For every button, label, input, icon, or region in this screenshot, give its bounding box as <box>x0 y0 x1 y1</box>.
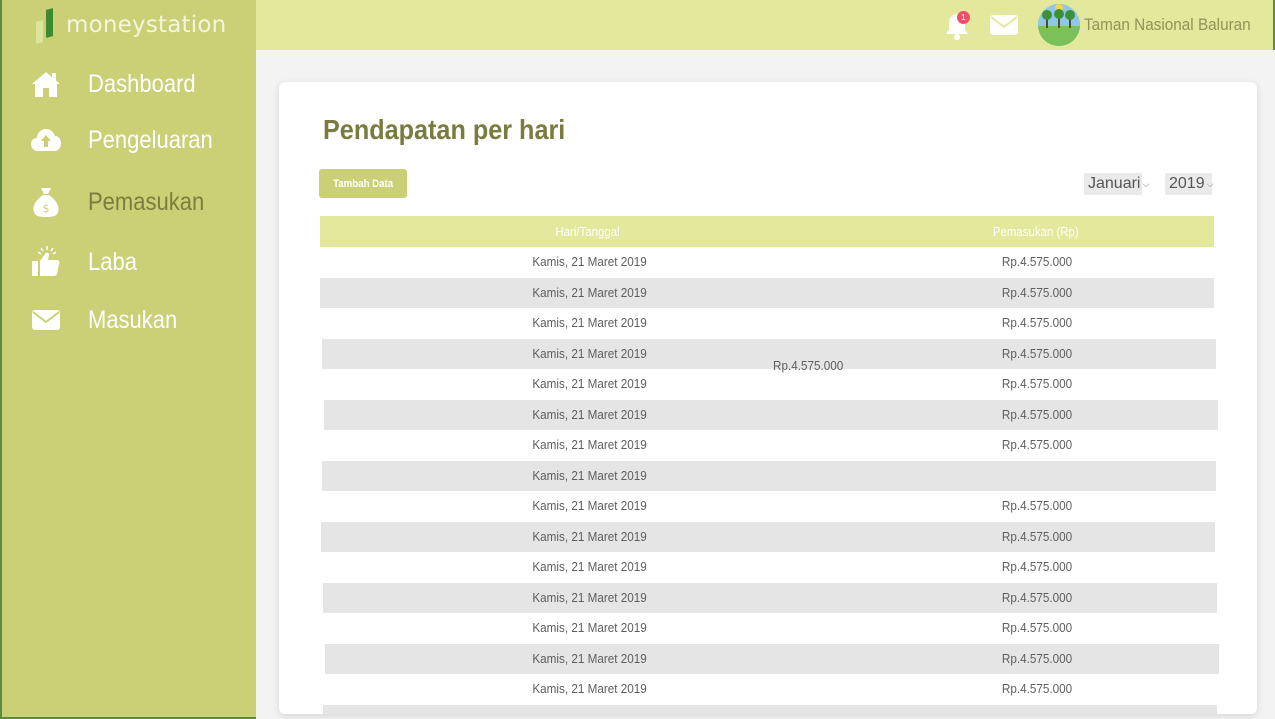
svg-text:$: $ <box>43 202 50 215</box>
brand-name: moneystation <box>66 12 227 38</box>
sidebar-item-masukan[interactable]: Masukan <box>2 298 258 342</box>
cell-date: Kamis, 21 Maret 2019 <box>532 437 648 452</box>
cell-amount: Rp.4.575.000 <box>1001 376 1073 391</box>
avatar[interactable] <box>1038 4 1080 46</box>
user-name[interactable]: Taman Nasional Baluran <box>1084 15 1251 35</box>
money-bag-icon: $ <box>30 186 62 218</box>
table-row: Kamis, 21 Maret 2019 Rp.4.575.000 <box>324 400 1218 430</box>
table-row: Kamis, 21 Maret 2019 Rp.4.575.000 <box>323 583 1217 613</box>
cell-date: Kamis, 21 Maret 2019 <box>532 620 648 635</box>
top-bar: 1 Taman Nasional Baluran <box>256 0 1275 50</box>
table-row: Kamis, 21 Maret 2019 Rp.4.575.000 <box>320 247 1214 277</box>
table-row: Kamis, 21 Maret 2019 Rp.4.575.000 <box>325 674 1219 704</box>
sidebar-item-label: Masukan <box>88 305 178 334</box>
cell-amount <box>887 461 1187 491</box>
table-row: Kamis, 21 Maret 2019 <box>322 461 1216 491</box>
table-row: Kamis, 21 Maret 2019 Rp.4.575.000 <box>325 644 1219 674</box>
table-row: Kamis, 21 Maret 2019 Rp.4.575.000 <box>320 308 1214 338</box>
cell-amount: Rp.4.575.000 <box>1001 254 1073 269</box>
cell-date: Kamis, 21 Maret 2019 <box>532 651 648 666</box>
sidebar-item-pengeluaran[interactable]: Pengeluaran <box>2 118 258 162</box>
table-row <box>323 705 1217 714</box>
table-row: Kamis, 21 Maret 2019 Rp.4.575.000 <box>322 491 1216 521</box>
cell-amount: Rp.4.575.000 <box>1001 559 1073 574</box>
add-data-button-label: Tambah Data <box>332 177 394 190</box>
cell-date <box>443 705 743 714</box>
cell-date: Kamis, 21 Maret 2019 <box>532 407 648 422</box>
sidebar-item-pemasukan[interactable]: $ Pemasukan <box>2 180 258 224</box>
column-header-date: Hari/Tanggal <box>555 224 620 239</box>
cell-date: Kamis, 21 Maret 2019 <box>532 254 648 269</box>
year-select[interactable]: 2019 ⌵ <box>1165 173 1214 195</box>
sidebar-item-laba[interactable]: Laba <box>2 240 258 284</box>
month-select[interactable]: Januari ⌵ <box>1084 173 1149 195</box>
cell-date: Kamis, 21 Maret 2019 <box>532 315 648 330</box>
home-icon <box>30 68 62 100</box>
cell-date: Kamis, 21 Maret 2019 <box>532 498 648 513</box>
cell-amount: Rp.4.575.000 <box>1001 651 1073 666</box>
table-row: Kamis, 21 Maret 2019 Rp.4.575.000 <box>321 522 1215 552</box>
add-data-button[interactable]: Tambah Data <box>319 169 407 198</box>
content-card: Pendapatan per hari Tambah Data Januari … <box>279 82 1257 714</box>
sidebar-item-label: Dashboard <box>88 69 196 98</box>
cell-date: Kamis, 21 Maret 2019 <box>532 559 648 574</box>
sidebar-item-label: Pemasukan <box>88 187 205 216</box>
month-select-value: Januari <box>1088 175 1141 192</box>
table-header: Hari/Tanggal Pemasukan (Rp) <box>320 216 1214 247</box>
column-header-income: Pemasukan (Rp) <box>992 224 1079 239</box>
cell-amount: Rp.4.575.000 <box>1001 285 1073 300</box>
cell-amount: Rp.4.575.000 <box>1001 315 1073 330</box>
cell-amount: Rp.4.575.000 <box>1001 620 1073 635</box>
brand-logo[interactable]: moneystation <box>36 6 226 44</box>
table-row: Kamis, 21 Maret 2019 Rp.4.575.000 <box>324 430 1218 460</box>
thumbs-up-icon <box>30 246 62 278</box>
cell-date: Kamis, 21 Maret 2019 <box>532 346 648 361</box>
cell-amount: Rp.4.575.000 <box>1001 437 1073 452</box>
cell-amount: Rp.4.575.000 <box>1001 590 1073 605</box>
table-row: Kamis, 21 Maret 2019 Rp.4.575.000 <box>322 339 1216 369</box>
cell-amount: Rp.4.575.000 <box>1001 681 1073 696</box>
logo-mark-icon <box>36 7 62 44</box>
cell-amount: Rp.4.575.000 <box>1001 346 1073 361</box>
stray-amount-label: Rp.4.575.000 <box>773 358 844 373</box>
mail-icon[interactable] <box>989 14 1019 36</box>
table-row: Kamis, 21 Maret 2019 Rp.4.575.000 <box>321 552 1215 582</box>
sidebar-item-dashboard[interactable]: Dashboard <box>2 62 258 106</box>
page-title: Pendapatan per hari <box>323 114 566 145</box>
chevron-down-icon: ⌵ <box>1206 178 1214 189</box>
cell-amount: Rp.4.575.000 <box>1001 529 1073 544</box>
year-select-value: 2019 <box>1169 175 1205 192</box>
sidebar: moneystation Dashboard Pengeluaran $ Pem… <box>0 0 256 719</box>
cell-amount: Rp.4.575.000 <box>1001 498 1073 513</box>
cell-amount <box>890 705 1190 714</box>
chevron-down-icon: ⌵ <box>1142 178 1150 189</box>
cell-date: Kamis, 21 Maret 2019 <box>532 376 648 391</box>
table-row: Kamis, 21 Maret 2019 Rp.4.575.000 <box>323 613 1217 643</box>
cloud-upload-icon <box>30 124 62 156</box>
table-row: Kamis, 21 Maret 2019 Rp.4.575.000 <box>320 278 1214 308</box>
cell-date: Kamis, 21 Maret 2019 <box>532 590 648 605</box>
cell-date: Kamis, 21 Maret 2019 <box>532 529 648 544</box>
cell-date: Kamis, 21 Maret 2019 <box>532 285 648 300</box>
sidebar-item-label: Laba <box>88 247 137 276</box>
notification-badge: 1 <box>957 11 970 24</box>
cell-date: Kamis, 21 Maret 2019 <box>532 681 648 696</box>
table-row: Kamis, 21 Maret 2019 Rp.4.575.000 <box>322 369 1216 399</box>
cell-date: Kamis, 21 Maret 2019 <box>532 468 648 483</box>
sidebar-item-label: Pengeluaran <box>88 125 213 154</box>
envelope-icon <box>30 304 62 336</box>
cell-amount: Rp.4.575.000 <box>1001 407 1073 422</box>
